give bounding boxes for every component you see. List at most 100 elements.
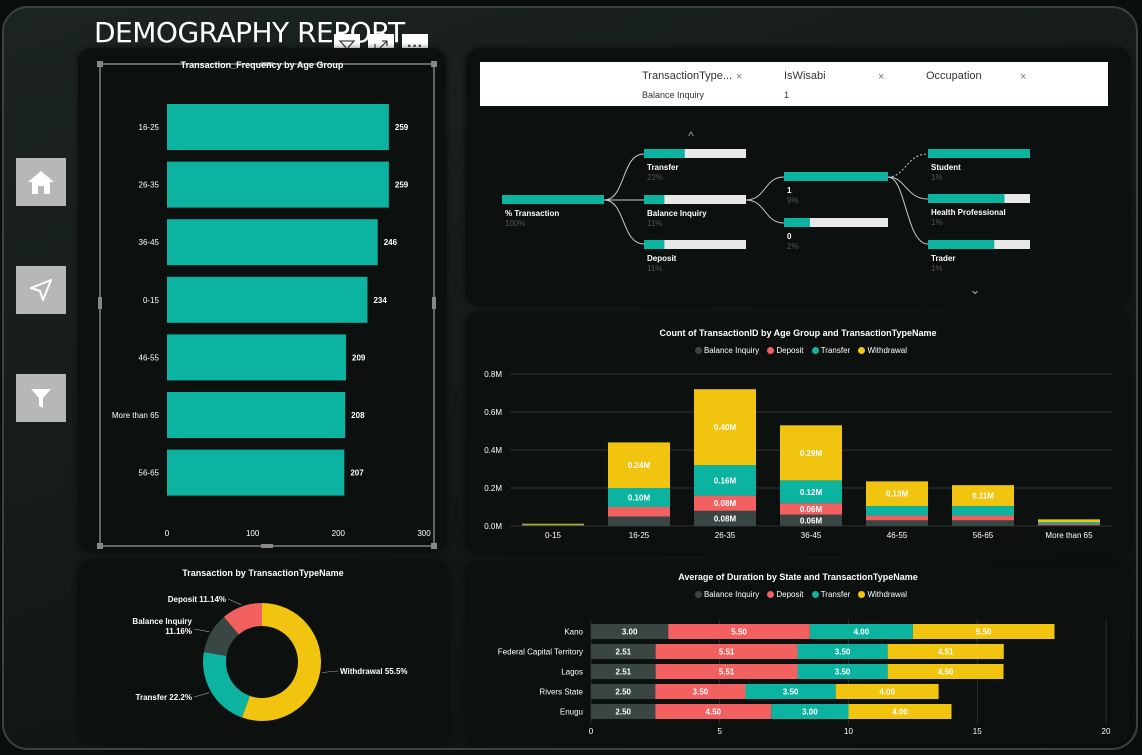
node-percent: 11% — [647, 264, 662, 273]
data-label: 5.50 — [731, 628, 747, 637]
category-label: Federal Capital Territory — [498, 648, 583, 657]
stack-segment — [866, 515, 928, 521]
leader-line — [322, 670, 339, 673]
data-label: 0.24M — [628, 461, 651, 470]
node-percent: 1% — [931, 218, 943, 227]
data-label: 207 — [350, 469, 364, 478]
stack-segment — [1038, 522, 1100, 525]
node-bar — [644, 195, 665, 204]
node-label: Deposit — [647, 254, 677, 263]
tree-connector — [603, 199, 645, 245]
stack-segment — [1038, 519, 1100, 523]
home-button[interactable] — [16, 158, 66, 206]
resize-handle — [98, 297, 102, 309]
slice-label: Balance Inquiry — [132, 617, 192, 626]
data-label: 0.06M — [800, 516, 823, 525]
tree-connector — [603, 153, 645, 201]
data-label: 4.50 — [706, 708, 722, 717]
category-label: Kano — [564, 628, 583, 637]
data-label: 259 — [395, 123, 409, 132]
age-group-bar-chart: 16-25 259 26-35 259 36-45 246 0-15 234 46-55 209 M… — [97, 61, 437, 549]
category-label: Lagos — [561, 668, 583, 677]
age-group-bar-panel[interactable]: 16-25 259 26-35 259 36-45 246 0-15 234 46-55 209 M… — [78, 48, 446, 552]
data-label: 2.51 — [616, 668, 632, 677]
data-label: 3.00 — [622, 628, 638, 637]
donut-panel[interactable]: Transaction by TransactionTypeName Withd… — [78, 560, 448, 744]
report-canvas: DEMOGRAPHY REPORT ··· 16-25 259 26-35 259 36… — [2, 6, 1138, 750]
data-label: 0.08M — [714, 514, 737, 523]
stack-segment — [608, 516, 670, 526]
bar — [167, 334, 347, 381]
node-label: Student — [931, 163, 961, 172]
y-tick-label: 0.8M — [484, 370, 502, 379]
data-label: 0.16M — [714, 476, 737, 485]
stack-segment — [952, 520, 1014, 526]
data-label: 3.50 — [783, 688, 799, 697]
x-tick-label: 56-65 — [973, 531, 994, 540]
collapse-up-icon: ^ — [688, 129, 694, 143]
data-label: 2.50 — [615, 708, 631, 717]
donut-slice — [203, 652, 250, 718]
node-bar — [928, 149, 1030, 158]
duration-bar-panel[interactable]: Average of Duration by State and Transac… — [466, 562, 1130, 744]
data-label: 246 — [384, 238, 398, 247]
data-label: 4.00 — [854, 628, 870, 637]
node-bar — [784, 172, 888, 181]
stack-segment — [522, 524, 584, 526]
node-label: Balance Inquiry — [647, 209, 707, 218]
x-tick-label: 0 — [589, 727, 594, 736]
data-label: 3.50 — [835, 648, 851, 657]
y-tick-label: 0.6M — [484, 408, 502, 417]
x-tick-label: 0 — [165, 529, 170, 538]
data-label: 0.10M — [628, 494, 651, 503]
node-percent: 22% — [647, 173, 663, 182]
x-tick-label: 36-45 — [801, 531, 822, 540]
expand-down-icon: ⌄ — [970, 282, 981, 297]
y-tick-label: 0.2M — [484, 484, 502, 493]
resize-handle — [261, 544, 273, 548]
y-tick-label: 0.0M — [484, 522, 502, 531]
resize-handle — [431, 543, 437, 549]
data-label: 3.50 — [693, 688, 709, 697]
data-label: 0.08M — [714, 499, 737, 508]
category-label: More than 65 — [112, 411, 160, 420]
data-label: 5.51 — [719, 648, 735, 657]
data-label: 0.13M — [886, 490, 909, 499]
duration-bar-chart: 0 5 10 15 20 Kano 3.00 5.50 4.00 5.50 Federal Capi… — [498, 620, 1111, 736]
decomposition-tree-panel[interactable]: TransactionType... Balance Inquiry × IsW… — [466, 48, 1130, 306]
tree-connector — [887, 153, 929, 178]
navigate-button[interactable] — [16, 266, 66, 314]
stack-segment — [866, 520, 928, 526]
node-bar — [644, 149, 685, 158]
stack-segment — [522, 523, 584, 525]
home-icon — [28, 171, 54, 194]
category-label: 0-15 — [143, 296, 160, 305]
node-bar — [928, 240, 995, 249]
bar — [167, 161, 389, 208]
bar — [167, 392, 346, 438]
bar — [167, 104, 389, 150]
data-label: 3.50 — [835, 668, 851, 677]
category-label: Rivers State — [539, 688, 583, 697]
stack-segment — [608, 507, 670, 517]
data-label: 4.00 — [892, 708, 908, 717]
node-percent: 1% — [931, 264, 943, 273]
x-tick-label: 300 — [417, 529, 431, 538]
data-label: 4.51 — [938, 648, 954, 657]
x-tick-label: More than 65 — [1045, 531, 1093, 540]
filter-button[interactable] — [16, 374, 66, 422]
leader-line — [227, 598, 242, 605]
x-tick-label: 10 — [844, 727, 853, 736]
stack-segment — [952, 506, 1014, 516]
data-label: 2.50 — [615, 688, 631, 697]
bar — [167, 219, 378, 266]
stack-segment — [1038, 525, 1100, 526]
slice-label: 11.16% — [165, 627, 192, 636]
category-label: Enugu — [560, 708, 583, 717]
data-label: 0.40M — [714, 423, 737, 432]
age-bar-title: Transaction_Frequency by Age Group — [180, 60, 344, 70]
stacked-column-panel[interactable]: Count of TransactionID by Age Group and … — [466, 312, 1130, 554]
slice-label: Transfer 22.2% — [136, 693, 192, 702]
category-label: 26-35 — [139, 181, 160, 190]
data-label: 0.11M — [972, 492, 994, 501]
